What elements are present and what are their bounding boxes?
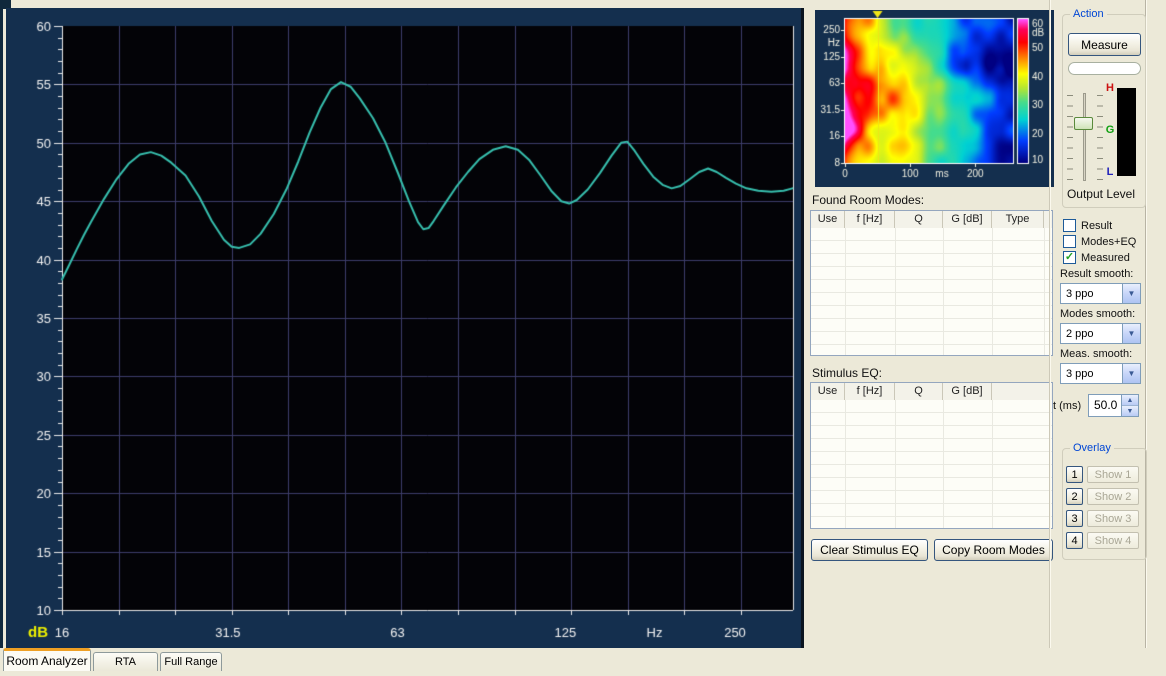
slider-ticks-right xyxy=(1097,95,1103,180)
meas-smooth-label: Meas. smooth: xyxy=(1060,348,1132,360)
tab-rta-label: RTA xyxy=(115,656,136,668)
meas-smooth-value: 3 ppo xyxy=(1061,368,1122,380)
chevron-down-icon[interactable]: ▼ xyxy=(1122,364,1140,383)
room-analyzer-window: Room Analyzer RTA Full Range Found Room … xyxy=(0,0,1166,676)
tab-full-range-label: Full Range xyxy=(164,656,217,668)
stimulus-eq-table: Use f [Hz] Q G [dB] xyxy=(810,382,1053,529)
checkbox-modes-eq-label: Modes+EQ xyxy=(1081,236,1136,248)
col-f-hz[interactable]: f [Hz] xyxy=(845,211,895,228)
output-level-slider-track[interactable] xyxy=(1083,93,1086,181)
clear-stimulus-eq-label: Clear Stimulus EQ xyxy=(820,543,919,557)
overlay-2-num: 2 xyxy=(1071,491,1077,503)
show-2-button[interactable]: Show 2 xyxy=(1087,488,1139,505)
meter-high-label: H xyxy=(1104,82,1116,94)
modes-smooth-select[interactable]: 2 ppo ▼ xyxy=(1060,323,1141,344)
result-smooth-value: 3 ppo xyxy=(1061,288,1122,300)
clear-stimulus-eq-button[interactable]: Clear Stimulus EQ xyxy=(811,539,928,561)
modes-smooth-value: 2 ppo xyxy=(1061,328,1122,340)
found-room-modes-table: Use f [Hz] Q G [dB] Type xyxy=(810,210,1053,356)
show-3-button[interactable]: Show 3 xyxy=(1087,510,1139,527)
stimulus-eq-header: Use f [Hz] Q G [dB] xyxy=(811,383,1052,401)
meas-smooth-select[interactable]: 3 ppo ▼ xyxy=(1060,363,1141,384)
frequency-response-chart xyxy=(6,8,801,648)
measure-progressbar xyxy=(1068,62,1141,75)
checkbox-result[interactable] xyxy=(1063,219,1076,232)
found-room-modes-header: Use f [Hz] Q G [dB] Type xyxy=(811,211,1052,229)
panel-edge-right xyxy=(801,8,804,648)
overlay-3-button[interactable]: 3 xyxy=(1066,510,1083,527)
show-4-button[interactable]: Show 4 xyxy=(1087,532,1139,549)
show-1-label: Show 1 xyxy=(1095,469,1132,481)
output-level-meter xyxy=(1117,88,1136,176)
overlay-1-button[interactable]: 1 xyxy=(1066,466,1083,483)
overlay-4-button[interactable]: 4 xyxy=(1066,532,1083,549)
col-type[interactable]: Type xyxy=(992,211,1044,228)
time-window-value[interactable]: 50.0 xyxy=(1089,395,1121,416)
action-title: Action xyxy=(1070,8,1107,20)
show-2-label: Show 2 xyxy=(1095,491,1132,503)
spectrogram-chart[interactable] xyxy=(815,10,1054,187)
col-q[interactable]: Q xyxy=(895,383,943,400)
output-level-slider-thumb[interactable] xyxy=(1074,117,1093,130)
overlay-4-num: 4 xyxy=(1071,535,1077,547)
overlay-2-button[interactable]: 2 xyxy=(1066,488,1083,505)
output-level-label: Output Level xyxy=(1056,187,1146,201)
copy-room-modes-label: Copy Room Modes xyxy=(942,543,1045,557)
show-4-label: Show 4 xyxy=(1095,535,1132,547)
overlay-title: Overlay xyxy=(1070,442,1114,454)
window-edge-left xyxy=(0,0,3,648)
stimulus-eq-label: Stimulus EQ: xyxy=(812,366,882,380)
divider-left-highlight xyxy=(1050,0,1051,648)
col-use[interactable]: Use xyxy=(811,383,845,400)
result-smooth-label: Result smooth: xyxy=(1060,268,1133,280)
col-f-hz[interactable]: f [Hz] xyxy=(845,383,895,400)
meter-mid-label: G xyxy=(1104,124,1116,136)
col-filler xyxy=(992,383,1052,400)
col-q[interactable]: Q xyxy=(895,211,943,228)
time-window-label: t (ms) xyxy=(1053,400,1081,412)
checkbox-measured-label: Measured xyxy=(1081,252,1130,264)
measure-button[interactable]: Measure xyxy=(1068,33,1141,56)
tab-full-range[interactable]: Full Range xyxy=(160,652,222,671)
checkbox-measured[interactable]: ✓ xyxy=(1063,251,1076,264)
slider-ticks-left xyxy=(1067,95,1073,180)
overlay-3-num: 3 xyxy=(1071,513,1077,525)
col-g-db[interactable]: G [dB] xyxy=(943,383,992,400)
spinner-down-icon[interactable]: ▼ xyxy=(1122,405,1138,416)
measure-button-label: Measure xyxy=(1081,38,1128,52)
chevron-down-icon[interactable]: ▼ xyxy=(1122,324,1140,343)
show-1-button[interactable]: Show 1 xyxy=(1087,466,1139,483)
copy-room-modes-button[interactable]: Copy Room Modes xyxy=(934,539,1053,561)
checkbox-modes-eq[interactable] xyxy=(1063,235,1076,248)
result-smooth-select[interactable]: 3 ppo ▼ xyxy=(1060,283,1141,304)
found-room-modes-label: Found Room Modes: xyxy=(812,193,924,207)
frequency-response-panel xyxy=(6,8,801,648)
meter-low-label: L xyxy=(1104,166,1116,178)
checkbox-result-label: Result xyxy=(1081,220,1112,232)
spectrogram-panel xyxy=(815,10,1054,187)
found-room-modes-body[interactable] xyxy=(811,228,1052,355)
spinner-up-icon[interactable]: ▲ xyxy=(1122,395,1138,405)
chevron-down-icon[interactable]: ▼ xyxy=(1122,284,1140,303)
tab-rta[interactable]: RTA xyxy=(93,652,158,671)
col-use[interactable]: Use xyxy=(811,211,845,228)
col-g-db[interactable]: G [dB] xyxy=(943,211,992,228)
modes-smooth-label: Modes smooth: xyxy=(1060,308,1135,320)
tab-room-analyzer[interactable]: Room Analyzer xyxy=(3,648,91,671)
tab-room-analyzer-label: Room Analyzer xyxy=(6,654,87,668)
overlay-1-num: 1 xyxy=(1071,469,1077,481)
show-3-label: Show 3 xyxy=(1095,513,1132,525)
time-window-spinner[interactable]: 50.0 ▲ ▼ xyxy=(1088,394,1139,417)
stimulus-eq-body[interactable] xyxy=(811,400,1052,528)
